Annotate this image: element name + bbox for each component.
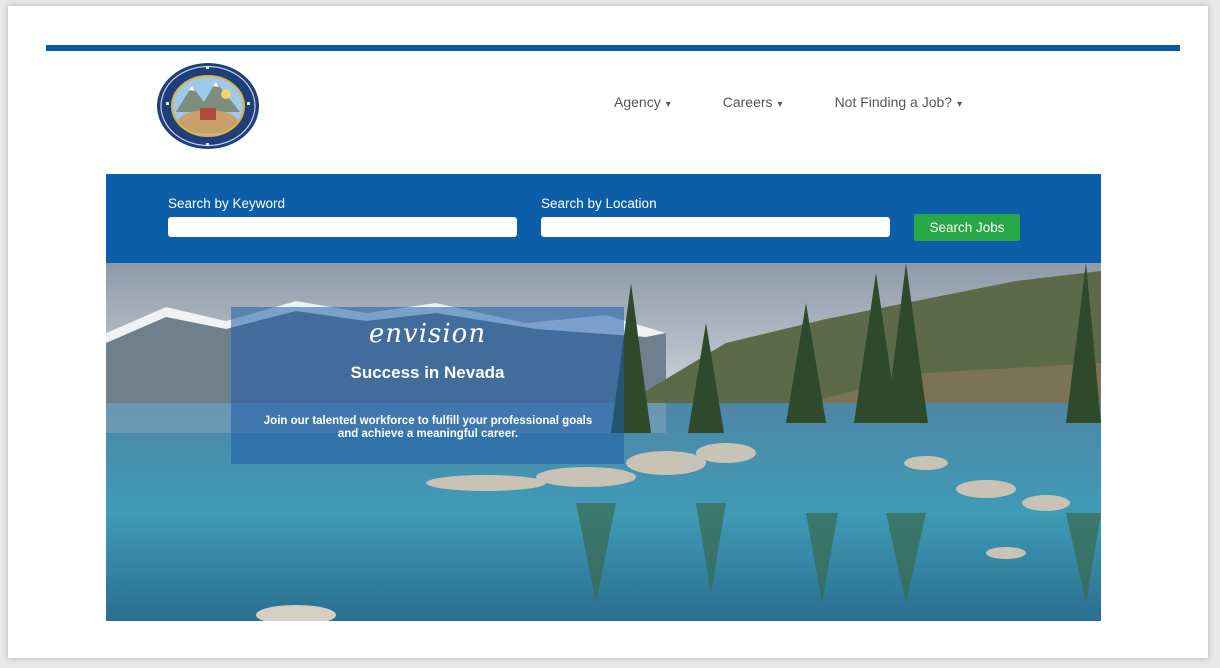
- top-rule: [46, 45, 1180, 51]
- keyword-label: Search by Keyword: [168, 196, 286, 211]
- page: Agency ▾ Careers ▾ Not Finding a Job? ▾ Sea…: [8, 6, 1208, 658]
- location-input[interactable]: [541, 217, 890, 237]
- state-seal-icon: [157, 63, 259, 149]
- nav-agency[interactable]: Agency ▾: [614, 94, 671, 110]
- hero-message-box: envision Success in Nevada Join our tale…: [231, 307, 624, 464]
- nav-careers-label: Careers: [722, 94, 773, 110]
- nav-not-finding-job-label: Not Finding a Job?: [834, 94, 953, 110]
- hero-banner: envision Success in Nevada Join our tale…: [106, 263, 1101, 621]
- search-jobs-button[interactable]: Search Jobs: [914, 214, 1020, 241]
- hero-blurb: Join our talented workforce to fulfill y…: [263, 415, 593, 440]
- nav-agency-label: Agency: [614, 94, 661, 110]
- nav-careers[interactable]: Careers ▾: [723, 94, 783, 110]
- location-label: Search by Location: [541, 196, 657, 211]
- state-seal-logo[interactable]: [156, 62, 260, 150]
- nav-not-finding-job[interactable]: Not Finding a Job? ▾: [835, 94, 963, 110]
- main-nav: Agency ▾ Careers ▾ Not Finding a Job? ▾: [614, 94, 962, 110]
- caret-down-icon: ▾: [957, 99, 963, 110]
- caret-down-icon: ▾: [777, 99, 783, 110]
- keyword-input[interactable]: [168, 217, 517, 237]
- job-search-bar: Search by Keyword Search by Location Sea…: [106, 174, 1101, 263]
- hero-script-word: envision: [368, 319, 487, 349]
- hero-tagline: Success in Nevada: [350, 363, 505, 382]
- caret-down-icon: ▾: [665, 99, 671, 110]
